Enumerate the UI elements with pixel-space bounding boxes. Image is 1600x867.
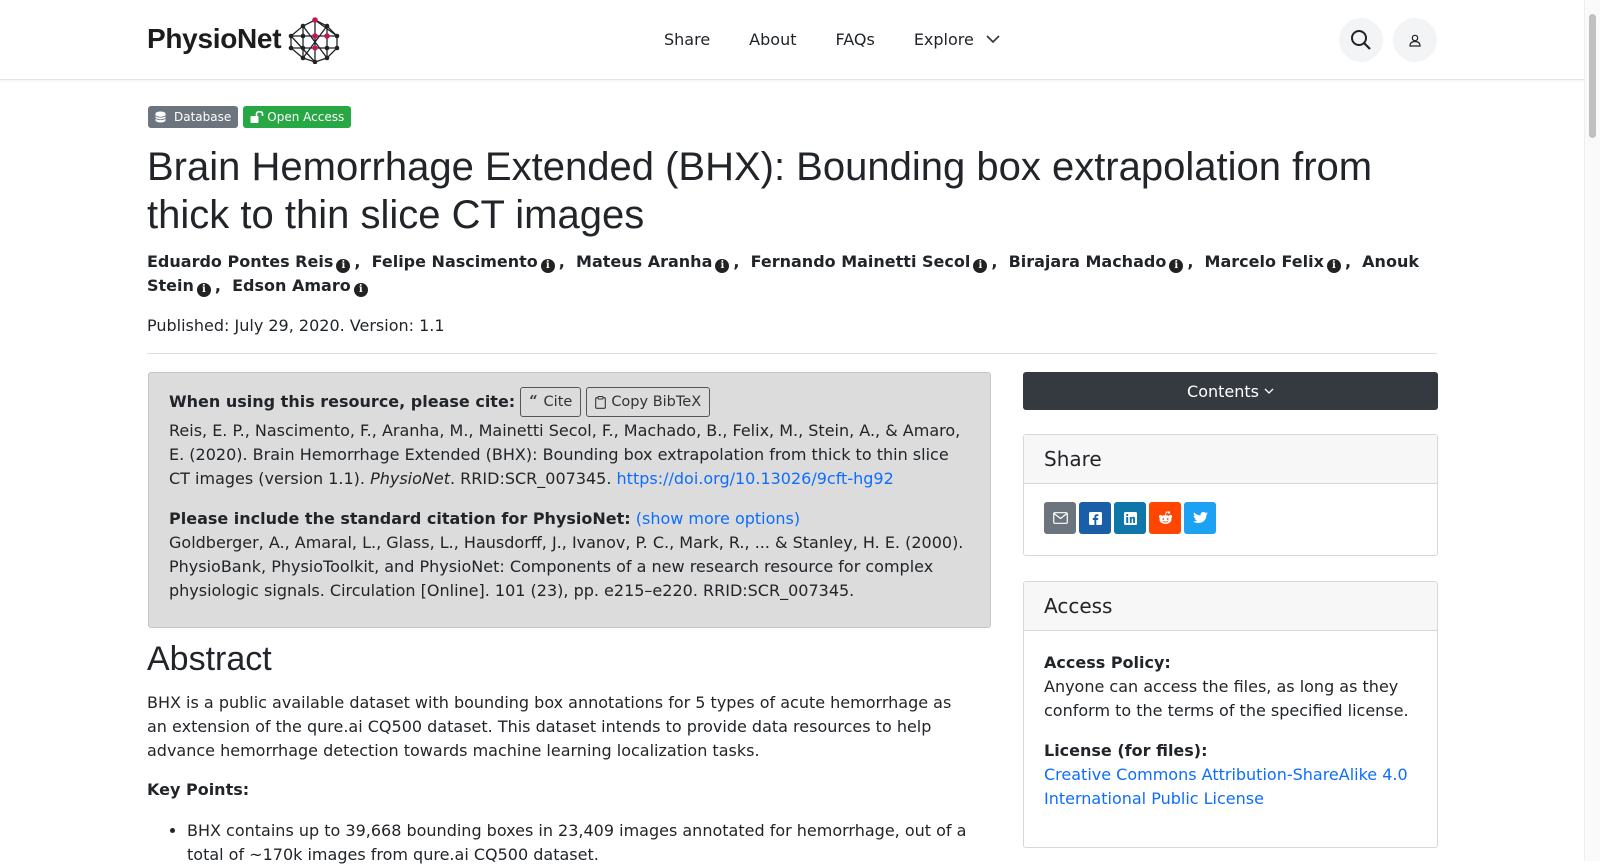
unlock-icon: [250, 111, 264, 123]
abstract-heading: Abstract: [147, 640, 272, 678]
logo-text: PhysioNet: [147, 23, 282, 54]
standard-citation: Please include the standard citation for…: [169, 507, 970, 603]
share-twitter-button[interactable]: [1184, 502, 1216, 534]
search-button[interactable]: [1339, 18, 1383, 62]
author-name[interactable]: Birajara Machado: [1009, 252, 1167, 271]
facebook-icon: [1088, 511, 1102, 525]
published-info: Published: July 29, 2020. Version: 1.1: [147, 316, 445, 335]
scrollbar-thumb[interactable]: [1589, 14, 1596, 138]
page-title: Brain Hemorrhage Extended (BHX): Boundin…: [147, 145, 1373, 237]
twitter-icon: [1192, 512, 1208, 523]
citation-rrid: . RRID:SCR_007345.: [450, 469, 617, 488]
access-policy-text: Anyone can access the files, as long as …: [1044, 677, 1409, 720]
contents-button[interactable]: Contents: [1023, 372, 1438, 410]
info-icon[interactable]: i: [336, 259, 351, 273]
license-label: License (for files):: [1044, 741, 1208, 760]
open-access-badge-label: Open Access: [267, 110, 345, 124]
standard-citation-text: Goldberger, A., Amaral, L., Glass, L., H…: [169, 533, 964, 600]
info-icon[interactable]: i: [540, 259, 555, 273]
share-reddit-button[interactable]: [1149, 502, 1181, 534]
access-heading: Access: [1024, 582, 1437, 631]
share-email-button[interactable]: [1044, 502, 1076, 534]
share-facebook-button[interactable]: [1079, 502, 1111, 534]
reddit-icon: [1158, 511, 1172, 524]
author-name[interactable]: Felipe Nascimento: [372, 252, 538, 271]
standard-citation-heading: Please include the standard citation for…: [169, 509, 631, 528]
nav-explore[interactable]: Explore: [914, 30, 1000, 49]
info-icon[interactable]: i: [715, 259, 730, 273]
access-policy-label: Access Policy:: [1044, 653, 1171, 672]
author-name[interactable]: Edson Amaro: [232, 276, 351, 295]
nav-about[interactable]: About: [749, 30, 796, 49]
nav-explore-label: Explore: [913, 30, 974, 49]
database-badge-label: Database: [174, 110, 232, 124]
search-icon: [1351, 30, 1371, 50]
chevron-down-icon: [1264, 388, 1274, 394]
copy-bibtex-label: Copy BibTeX: [611, 394, 702, 410]
info-icon[interactable]: i: [353, 283, 368, 297]
citation-journal: PhysioNet: [370, 469, 450, 488]
project-badges: Database Open Access: [148, 106, 356, 128]
show-more-options-link[interactable]: (show more options): [636, 509, 800, 528]
open-access-badge: Open Access: [243, 106, 352, 128]
user-icon: [1409, 34, 1421, 47]
share-buttons: [1024, 484, 1437, 534]
info-icon[interactable]: i: [196, 283, 211, 297]
database-icon: [155, 111, 166, 123]
clipboard-icon: [595, 395, 607, 409]
author-list: Eduardo Pontes Reis i, Felipe Nascimento i…: [147, 252, 1419, 297]
abstract-text: BHX is a public available dataset with b…: [147, 693, 952, 760]
key-points-list: BHX contains up to 39,668 bounding boxes…: [147, 819, 992, 867]
license-link[interactable]: Creative Commons Attribution-ShareAlike …: [1044, 763, 1417, 811]
info-icon[interactable]: i: [1169, 259, 1184, 273]
info-icon[interactable]: i: [973, 259, 988, 273]
physionet-logo[interactable]: PhysioNet: [147, 14, 343, 64]
access-body: Access Policy: Anyone can access the fil…: [1024, 631, 1437, 811]
share-heading: Share: [1024, 435, 1437, 484]
account-button[interactable]: [1393, 18, 1437, 62]
author-name[interactable]: Mateus Aranha: [576, 252, 712, 271]
nav-faqs[interactable]: FAQs: [835, 30, 874, 49]
doi-link[interactable]: https://doi.org/10.13026/9cft-hg92: [617, 469, 894, 488]
nav-share[interactable]: Share: [664, 30, 710, 49]
citation-heading-row: When using this resource, please cite: “…: [169, 387, 970, 417]
divider: [147, 353, 1437, 354]
linkedin-icon: [1123, 511, 1137, 525]
email-icon: [1052, 512, 1068, 524]
network-logo-icon: [288, 17, 340, 64]
citation-text: Reis, E. P., Nascimento, F., Aranha, M.,…: [169, 419, 970, 491]
citation-box: When using this resource, please cite: “…: [148, 372, 991, 628]
author-name[interactable]: Eduardo Pontes Reis: [147, 252, 333, 271]
top-navbar: PhysioNet Share About FAQs Explore: [0, 0, 1585, 80]
page-scrollbar[interactable]: [1584, 0, 1600, 861]
contents-button-label: Contents: [1187, 381, 1259, 401]
chevron-down-icon: [986, 35, 1000, 44]
quote-icon: “: [529, 393, 538, 410]
cite-button[interactable]: “ Cite: [520, 387, 582, 417]
share-card: Share: [1023, 434, 1438, 556]
share-linkedin-button[interactable]: [1114, 502, 1146, 534]
author-name[interactable]: Fernando Mainetti Secol: [751, 252, 971, 271]
info-icon[interactable]: i: [1326, 259, 1341, 273]
main-nav: Share About FAQs Explore: [664, 30, 1039, 49]
cite-button-label: Cite: [543, 394, 573, 410]
database-badge: Database: [148, 106, 239, 128]
copy-bibtex-button[interactable]: Copy BibTeX: [586, 387, 711, 417]
author-name[interactable]: Marcelo Felix: [1205, 252, 1324, 271]
list-item: BHX contains up to 39,668 bounding boxes…: [187, 819, 992, 867]
key-points-heading: Key Points:: [147, 780, 250, 799]
citation-heading: When using this resource, please cite:: [169, 392, 516, 411]
access-card: Access Access Policy: Anyone can access …: [1023, 581, 1438, 848]
